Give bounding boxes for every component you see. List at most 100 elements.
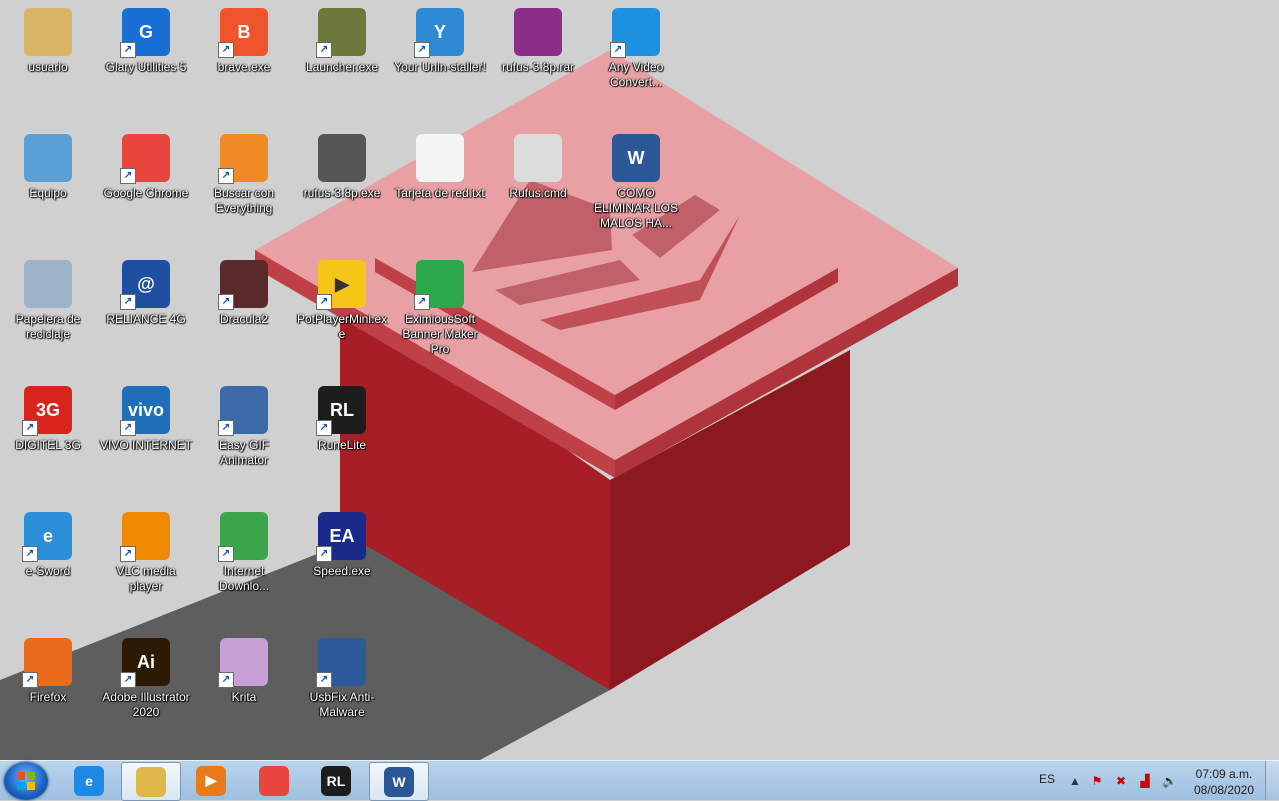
desktop-shortcut-label: rufus-3.8p.exe (303, 186, 381, 200)
taskbar-internet-explorer-button[interactable]: e (60, 762, 118, 799)
taskbar-runelite-button[interactable]: RL (307, 762, 365, 799)
desktop-shortcut-label: brave.exe (217, 60, 271, 74)
esword-icon: e ↗ (22, 512, 72, 562)
network-disconnected-icon[interactable]: ▟ (1138, 774, 1152, 788)
desktop-shortcut[interactable]: ↗ Any Video Convert... (588, 0, 684, 90)
taskbar-media-player-button[interactable]: ▶ (182, 762, 240, 799)
vivo-icon: vivo ↗ (120, 386, 170, 436)
desktop-shortcut[interactable]: Equipo (0, 126, 96, 201)
usuario-icon (24, 8, 72, 56)
taskbar: e ▶ RL W ES ▲ ⚑ ✖ ▟ 🔈 07:09 a.m. 08/08/2020 (0, 760, 1279, 801)
recycle-bin-icon (24, 260, 72, 308)
desktop-shortcut-label: Buscar con Everything (213, 186, 275, 215)
clock-time: 07:09 a.m. (1195, 767, 1253, 781)
desktop-shortcut[interactable]: vivo ↗ VIVO INTERNET (98, 378, 194, 453)
shortcut-arrow-icon: ↗ (218, 672, 234, 688)
desktop-shortcut[interactable]: e ↗ e-Sword (0, 504, 96, 579)
system-clock[interactable]: 07:09 a.m. 08/08/2020 (1188, 766, 1260, 798)
desktop-shortcut[interactable]: EA ↗ Speed.exe (294, 504, 390, 579)
desktop-shortcut-label: RELIANCE 4G (106, 312, 186, 326)
desktop-shortcut[interactable]: ↗ Krita (196, 630, 292, 705)
shortcut-arrow-icon: ↗ (22, 546, 38, 562)
desktop-shortcut-label: Internet Downlo... (218, 564, 270, 593)
desktop-shortcut-label: VIVO INTERNET (100, 438, 193, 452)
taskbar-word-button[interactable]: W (369, 762, 429, 801)
desktop-shortcut[interactable]: ↗ Internet Downlo... (196, 504, 292, 594)
battery-warning-icon[interactable]: ✖ (1114, 774, 1128, 788)
desktop-shortcut-label: Tarjeta de red.txt (395, 186, 485, 200)
desktop-shortcut[interactable]: Papelera de reciclaje (0, 252, 96, 342)
desktop-shortcut-label: Krita (231, 690, 257, 704)
desktop-shortcut-label: EximiousSoft Banner Maker Pro (402, 312, 478, 356)
chrome-icon: ↗ (120, 134, 170, 184)
volume-icon[interactable]: 🔈 (1162, 774, 1177, 788)
desktop-shortcut[interactable]: @ ↗ RELIANCE 4G (98, 252, 194, 327)
desktop-shortcut[interactable]: Tarjeta de red.txt (392, 126, 488, 201)
reliance-4g-icon: @ ↗ (120, 260, 170, 310)
shortcut-arrow-icon: ↗ (610, 42, 626, 58)
desktop-shortcut[interactable]: RL ↗ RuneLite (294, 378, 390, 453)
desktop-shortcut-label: Your Unin-staller! (394, 60, 486, 74)
cmd-file-icon (514, 134, 562, 182)
desktop-shortcut[interactable]: ▶ ↗ PotPlayerMini.exe (294, 252, 390, 342)
desktop-shortcut[interactable]: ↗ VLC media player (98, 504, 194, 594)
desktop-shortcut[interactable]: ↗ EximiousSoft Banner Maker Pro (392, 252, 488, 357)
start-button[interactable] (4, 762, 48, 800)
desktop-shortcut[interactable]: Rufus.cmd (490, 126, 586, 201)
icon-glyph (318, 134, 366, 182)
shortcut-arrow-icon: ↗ (414, 42, 430, 58)
usbfix-icon: ↗ (316, 638, 366, 688)
shortcut-arrow-icon: ↗ (120, 672, 136, 688)
desktop-shortcut[interactable]: ↗ UsbFix Anti-Malware (294, 630, 390, 720)
desktop-shortcut-label: rufus-3.8p.rar (501, 60, 575, 74)
desktop-shortcut[interactable]: W COMO ELIMINAR LOS MALOS HA... (588, 126, 684, 231)
shortcut-arrow-icon: ↗ (120, 42, 136, 58)
shortcut-arrow-icon: ↗ (316, 420, 332, 436)
language-indicator[interactable]: ES (1039, 772, 1055, 786)
desktop-shortcut[interactable]: usuario (0, 0, 96, 75)
icon-glyph: W (627, 147, 645, 168)
icon-glyph (24, 260, 72, 308)
taskbar-file-explorer-icon (136, 766, 166, 797)
desktop-shortcut[interactable]: ↗ Dracula2 (196, 252, 292, 327)
windows-logo-icon (17, 772, 35, 790)
show-desktop-button[interactable] (1265, 761, 1279, 800)
show-hidden-icons-arrow-icon[interactable]: ▲ (1068, 774, 1082, 788)
winrar-archive-icon (514, 8, 562, 56)
desktop-shortcut[interactable]: ↗ Google Chrome (98, 126, 194, 201)
launcher-icon: ↗ (316, 8, 366, 58)
taskbar-media-player-icon: ▶ (196, 765, 226, 796)
shortcut-arrow-icon: ↗ (22, 672, 38, 688)
taskbar-file-explorer-button[interactable] (121, 762, 181, 801)
desktop-shortcut[interactable]: G ↗ Glary Utilities 5 (98, 0, 194, 75)
shortcut-arrow-icon: ↗ (316, 294, 332, 310)
shortcut-arrow-icon: ↗ (120, 420, 136, 436)
text-file-icon (416, 134, 464, 182)
desktop-shortcut[interactable]: B ↗ brave.exe (196, 0, 292, 75)
desktop-shortcut[interactable]: ↗ Buscar con Everything (196, 126, 292, 216)
icon-glyph (24, 8, 72, 56)
firefox-icon: ↗ (22, 638, 72, 688)
desktop-shortcut[interactable]: ↗ Launcher.exe (294, 0, 390, 75)
desktop-shortcut-label: Papelera de reciclaje (15, 312, 81, 341)
shortcut-arrow-icon: ↗ (218, 42, 234, 58)
computer-icon (24, 134, 72, 182)
desktop-shortcut-label: Any Video Convert... (608, 60, 664, 89)
desktop-shortcut[interactable]: ↗ Firefox (0, 630, 96, 705)
digitel-icon: 3G ↗ (22, 386, 72, 436)
desktop-shortcut[interactable]: rufus-3.8p.rar (490, 0, 586, 75)
action-center-flag-icon[interactable]: ⚑ (1090, 774, 1104, 788)
taskbar-chrome-button[interactable] (245, 762, 303, 799)
shortcut-arrow-icon: ↗ (120, 546, 136, 562)
desktop-shortcut[interactable]: Y ↗ Your Unin-staller! (392, 0, 488, 75)
ea-speed-icon: EA ↗ (316, 512, 366, 562)
icon-glyph (24, 134, 72, 182)
easy-gif-icon: ↗ (218, 386, 268, 436)
shortcut-arrow-icon: ↗ (316, 42, 332, 58)
desktop-shortcut[interactable]: 3G ↗ DIGITEL 3G (0, 378, 96, 453)
icon-glyph (416, 134, 464, 182)
desktop-shortcut[interactable]: Ai ↗ Adobe Illustrator 2020 (98, 630, 194, 720)
desktop-shortcut[interactable]: ↗ Easy GIF Animator (196, 378, 292, 468)
desktop-shortcut[interactable]: rufus-3.8p.exe (294, 126, 390, 201)
clock-date: 08/08/2020 (1193, 783, 1255, 797)
